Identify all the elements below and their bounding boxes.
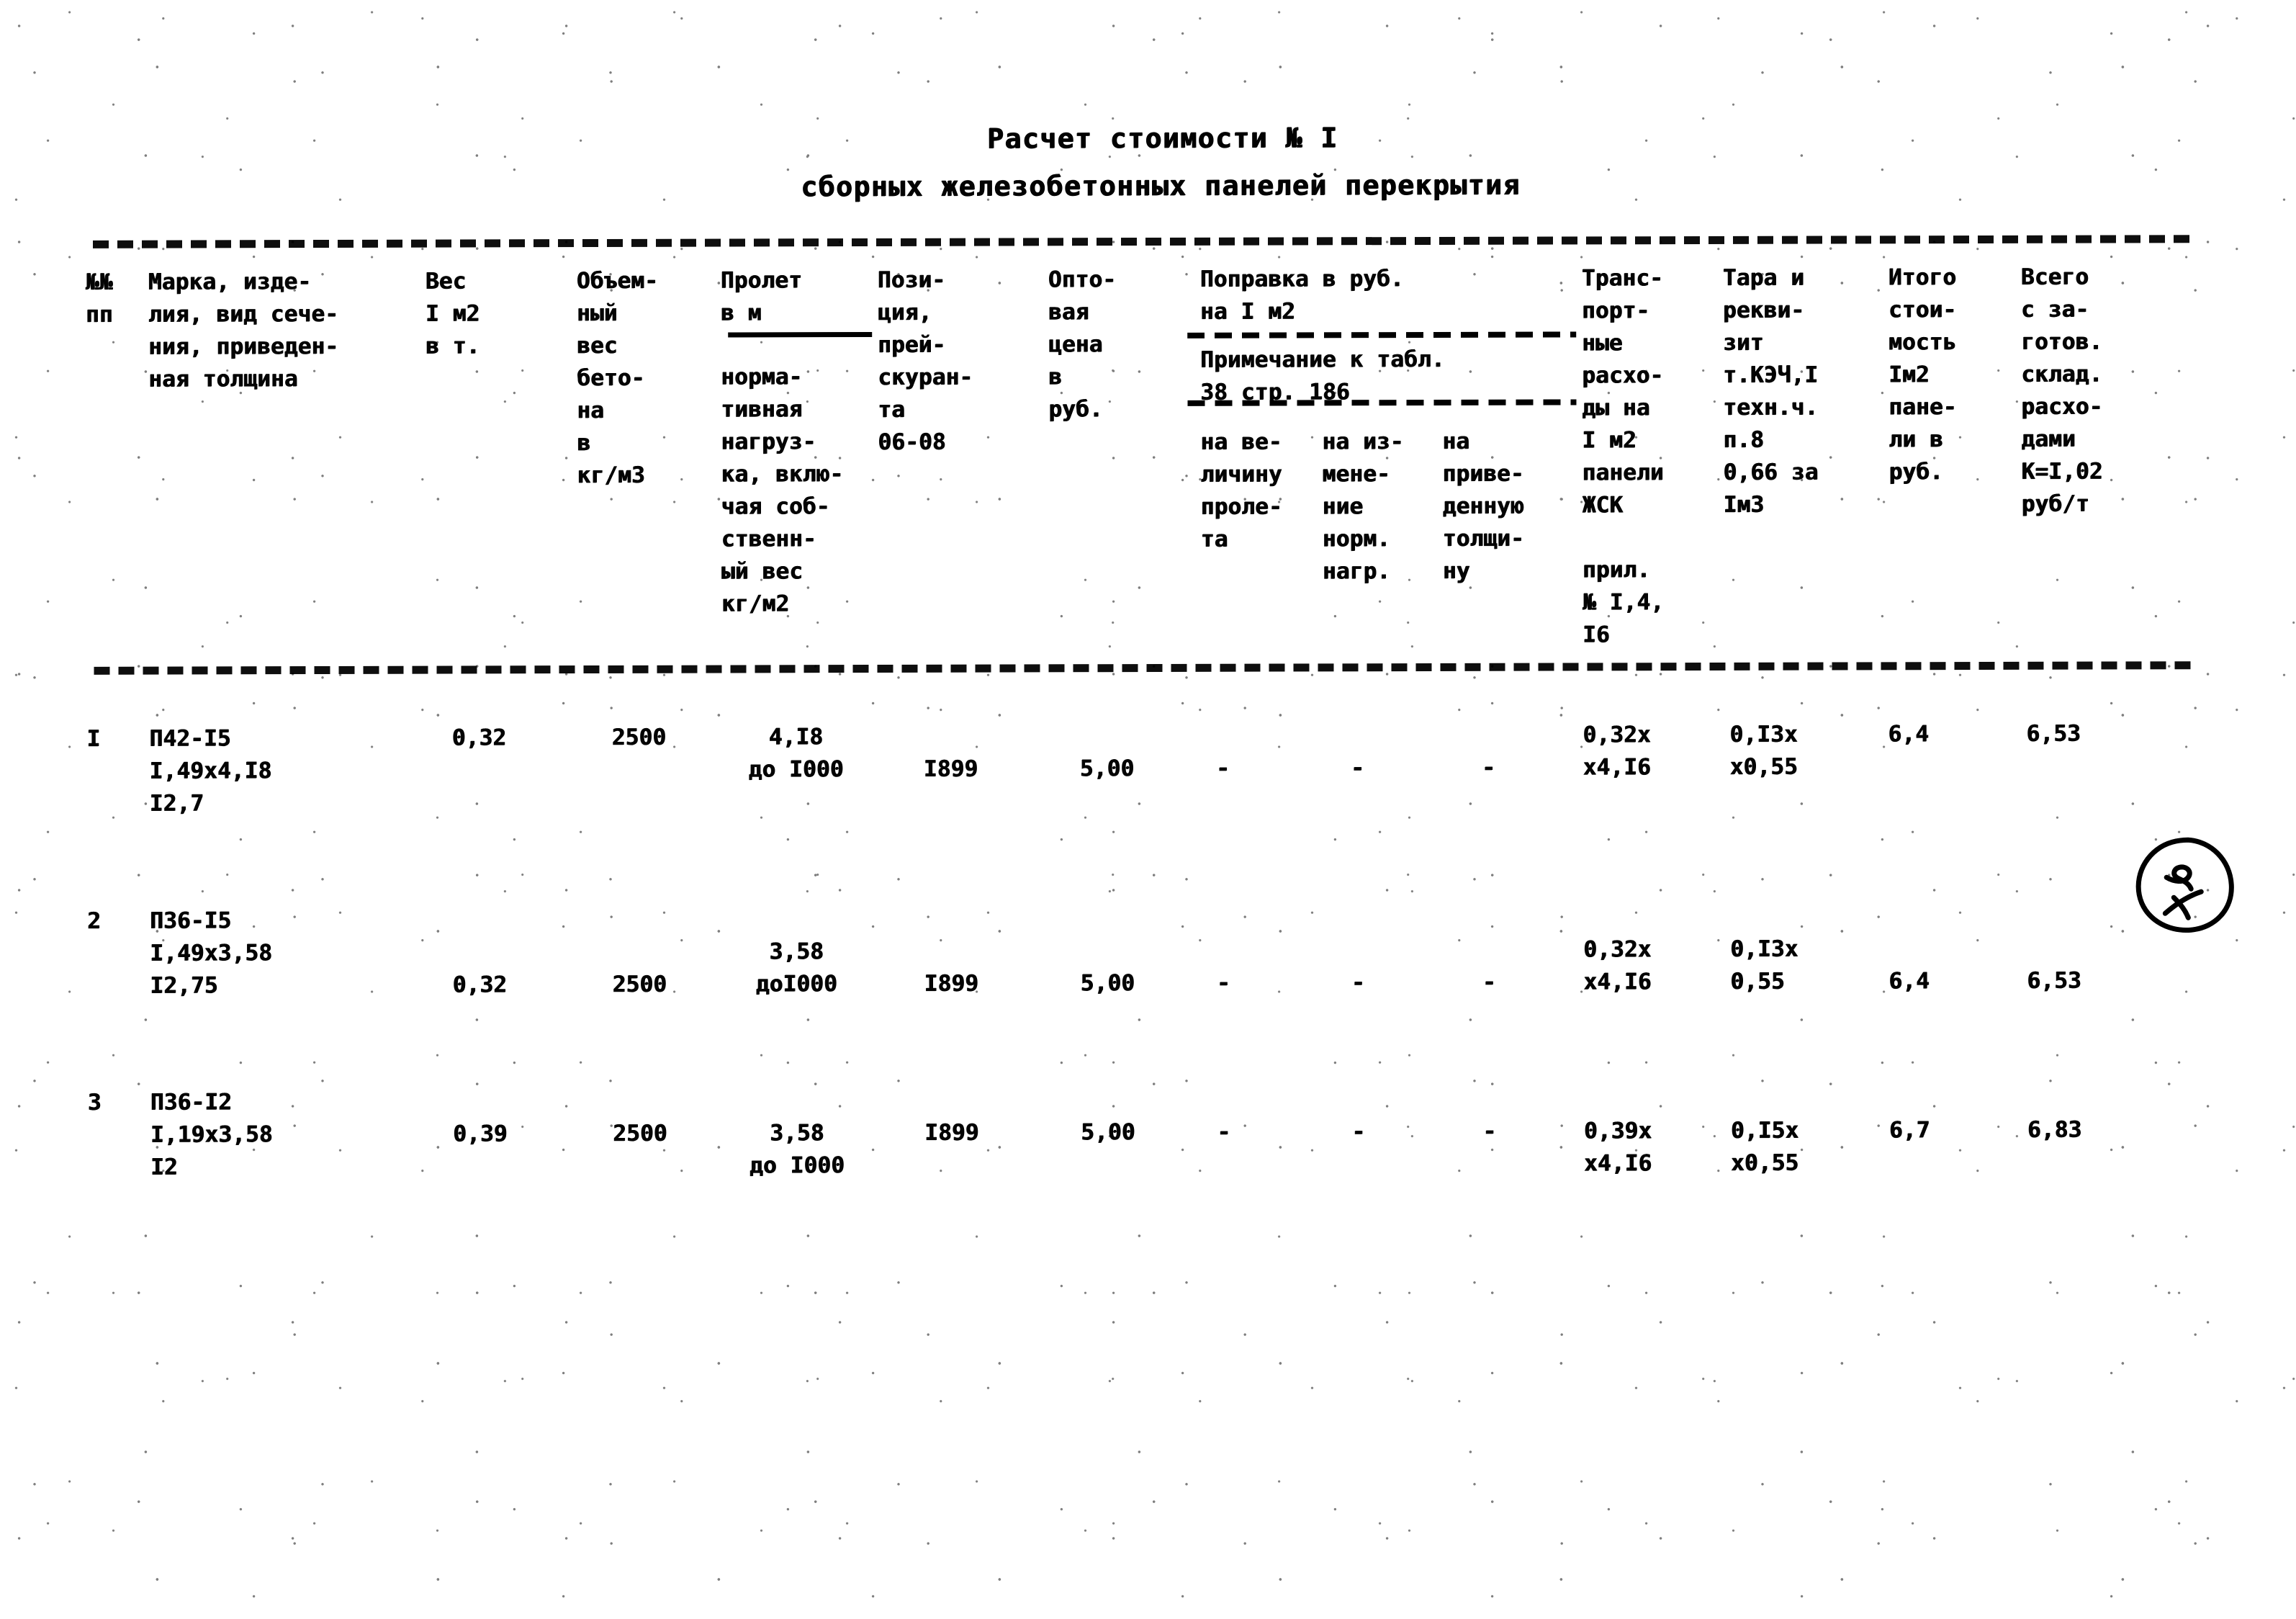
correction-header-divider-bottom xyxy=(1187,399,1577,406)
cell-product-mark: П36-I2 I,19х3,58 I2 xyxy=(150,1089,273,1180)
cell-concrete-density: 2500 xyxy=(613,1120,667,1147)
cell-correction-load: - xyxy=(1351,969,1366,996)
cell-packaging: 0,I3х 0,55 xyxy=(1730,936,1798,995)
cell-price-list-position: I899 xyxy=(924,970,979,997)
column-header-weight: Вес I м2 в т. xyxy=(425,268,480,359)
cell-span: 3,58 до I000 xyxy=(749,1120,845,1179)
column-header-row-number: №№ пп xyxy=(85,269,113,328)
cell-concrete-density: 2500 xyxy=(611,724,667,750)
cell-correction-load: - xyxy=(1351,755,1365,781)
column-header-product-mark: Марка, изде- лия, вид сече- ния, приведе… xyxy=(148,269,339,393)
cell-wholesale-price: 5,00 xyxy=(1081,1119,1135,1146)
cell-row-number: I xyxy=(86,725,101,752)
span-header-underline xyxy=(728,332,873,338)
cell-concrete-density: 2500 xyxy=(612,971,667,997)
cost-calculation-table: №№ пп Марка, изде- лия, вид сече- ния, п… xyxy=(0,0,2296,1619)
correction-header-divider-top xyxy=(1187,331,1577,338)
column-header-total-cost: Итого стои- мость Iм2 пане- ли в руб. xyxy=(1888,264,1957,485)
cell-wholesale-price: 5,00 xyxy=(1080,755,1135,782)
table-row: 2 П36-I5 I,49х3,58 I2,75 0,32 2500 3,58 … xyxy=(0,0,2296,998)
table-row: 3 П36-I2 I,19х3,58 I2 0,39 2500 3,58 до … xyxy=(0,0,2296,1180)
cell-correction-span: - xyxy=(1217,1118,1231,1145)
cell-total-cost: 6,4 xyxy=(1888,721,1930,748)
cell-correction-thickness: - xyxy=(1482,1118,1497,1144)
circled-folio-icon xyxy=(2135,837,2234,933)
cell-correction-span: - xyxy=(1217,969,1231,996)
column-header-correction-thickness: на приве- денную толщи- ну xyxy=(1442,428,1525,584)
cell-packaging: 0,I5х х0,55 xyxy=(1731,1117,1799,1176)
cell-packaging: 0,I3х х0,55 xyxy=(1729,721,1798,780)
column-header-correction: Поправка в руб. на I м2 xyxy=(1199,266,1405,325)
scanned-page: Расчет стоимости № I сборных железобетон… xyxy=(0,0,2296,1616)
cell-wholesale-price: 5,00 xyxy=(1080,970,1135,997)
column-header-span-normative-load: норма- тивная нагруз- ка, вклю- чая соб-… xyxy=(721,364,844,617)
column-header-correction-span: на ве- личину проле- та xyxy=(1200,429,1283,552)
cell-price-list-position: I899 xyxy=(924,755,978,782)
folio-number-stamp xyxy=(2132,834,2241,935)
column-header-wholesale-price: Опто- вая цена в руб. xyxy=(1048,266,1117,423)
cell-price-list-position: I899 xyxy=(924,1119,979,1146)
column-header-grand-total: Всего с за- готов. склад. расхо- дами К=… xyxy=(2020,264,2103,517)
cell-product-mark: П42-I5 I,49х4,I8 I2,7 xyxy=(149,725,272,817)
cell-transport-costs: 0,32х х4,I6 xyxy=(1583,936,1652,995)
cell-grand-total: 6,83 xyxy=(2027,1116,2082,1143)
cell-total-cost: 6,7 xyxy=(1889,1117,1930,1144)
cell-product-mark: П36-I5 I,49х3,58 I2,75 xyxy=(150,907,273,999)
cell-span: 4,I8 до I000 xyxy=(748,724,844,783)
column-header-correction-load: на из- мене- ние норм. нагр. xyxy=(1322,429,1404,585)
cell-grand-total: 6,53 xyxy=(2027,967,2082,994)
cell-row-number: 2 xyxy=(87,907,102,934)
cell-weight: 0,32 xyxy=(451,725,507,751)
cell-weight: 0,39 xyxy=(453,1121,508,1147)
column-header-packaging: Тара и рекви- зит т.КЭЧ,I техн.ч. п.8 0,… xyxy=(1722,264,1819,518)
cell-weight: 0,32 xyxy=(452,972,508,998)
cell-correction-load: - xyxy=(1351,1118,1366,1145)
cell-transport-costs: 0,39х х4,I6 xyxy=(1584,1118,1652,1177)
cell-grand-total: 6,53 xyxy=(2026,720,2081,747)
cell-row-number: 3 xyxy=(87,1089,102,1116)
cell-transport-costs: 0,32х х4,I6 xyxy=(1583,722,1652,781)
cell-total-cost: 6,4 xyxy=(1888,968,1930,995)
cell-correction-thickness: - xyxy=(1482,969,1497,995)
column-header-price-list-position: Пози- ция, прей- скуран- та 06-08 xyxy=(877,266,973,455)
column-header-span: Пролет в м xyxy=(720,267,803,326)
cell-span: 3,58 доI000 xyxy=(755,938,838,997)
table-row: I П42-I5 I,49х4,I8 I2,7 0,32 2500 4,I8 д… xyxy=(0,0,2296,817)
cell-correction-span: - xyxy=(1216,755,1230,781)
column-header-transport-costs: Транс- порт- ные расхо- ды на I м2 панел… xyxy=(1581,265,1665,648)
cell-correction-thickness: - xyxy=(1482,754,1496,781)
column-header-concrete-density: Объем- ный вес бето- на в кг/м3 xyxy=(576,267,659,489)
